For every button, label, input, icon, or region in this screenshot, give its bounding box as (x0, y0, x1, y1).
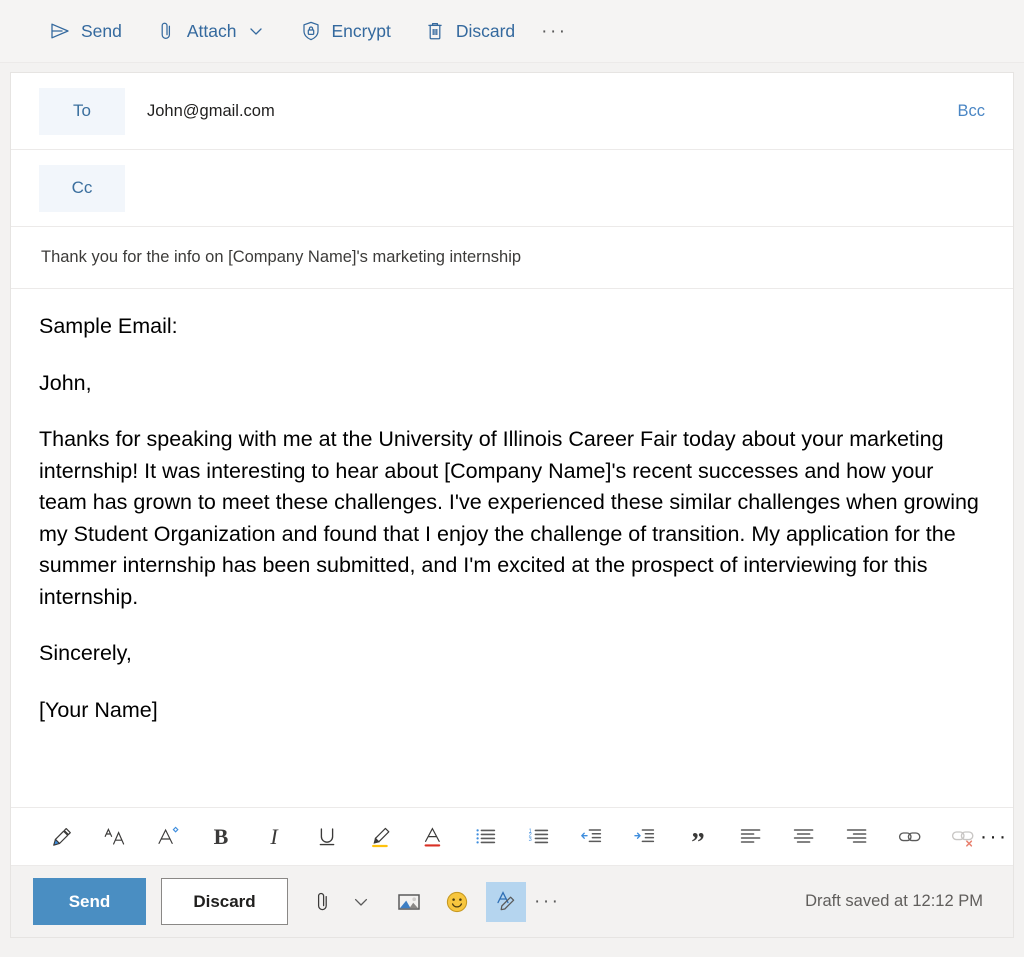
subject-row (11, 227, 1013, 289)
bulleted-list-icon[interactable] (469, 820, 503, 854)
decrease-indent-icon[interactable] (575, 820, 609, 854)
italic-icon[interactable]: I (257, 820, 291, 854)
paperclip-icon (154, 19, 178, 43)
shield-lock-icon (299, 19, 323, 43)
body-paragraph: Sample Email: (39, 314, 178, 338)
align-right-icon[interactable] (840, 820, 874, 854)
compose-command-bar: Send Attach Encrypt Discard ··· (0, 0, 1024, 63)
command-attach[interactable]: Attach (144, 11, 277, 51)
highlight-icon[interactable] (363, 820, 397, 854)
body-paragraph: John, (39, 370, 92, 395)
attach-file-icon[interactable] (304, 883, 342, 921)
emoji-icon[interactable] (438, 883, 476, 921)
body-paragraph: Sincerely, (39, 641, 132, 665)
to-row: To Bcc (11, 73, 1013, 150)
compose-card: To Bcc Cc Sample Email: John, Thanks for… (10, 72, 1014, 938)
command-overflow-button[interactable]: ··· (533, 22, 575, 41)
underline-icon[interactable] (310, 820, 344, 854)
message-body[interactable]: Sample Email: John, Thanks for speaking … (11, 289, 1013, 807)
command-encrypt-label: Encrypt (331, 20, 391, 41)
format-painter-icon[interactable] (45, 820, 79, 854)
format-toolbar: B I 1 2 3 ” ··· (11, 807, 1013, 865)
signature-icon[interactable] (486, 881, 526, 922)
to-input[interactable] (125, 91, 948, 131)
action-overflow-button[interactable]: ··· (526, 892, 568, 911)
to-chip-button[interactable]: To (39, 87, 125, 135)
link-icon[interactable] (893, 820, 927, 854)
svg-text:3: 3 (529, 836, 532, 842)
cc-input[interactable] (125, 168, 995, 208)
draft-status-text: Draft saved at 12:12 PM (805, 892, 983, 910)
cc-row: Cc (11, 150, 1013, 227)
trash-icon (423, 19, 447, 43)
command-discard[interactable]: Discard (413, 11, 525, 51)
format-overflow-button[interactable]: ··· (980, 826, 1012, 847)
increase-indent-icon[interactable] (628, 820, 662, 854)
send-button[interactable]: Send (33, 878, 146, 925)
subject-input[interactable] (39, 239, 985, 276)
unlink-icon[interactable] (946, 820, 980, 854)
command-attach-label: Attach (186, 20, 237, 41)
command-send-label: Send (81, 20, 122, 41)
cc-chip-button[interactable]: Cc (39, 164, 125, 212)
discard-button[interactable]: Discard (161, 878, 288, 925)
chevron-down-icon[interactable] (245, 20, 267, 42)
command-send[interactable]: Send (38, 11, 132, 51)
quote-icon[interactable]: ” (681, 820, 715, 856)
send-icon (48, 19, 72, 43)
command-encrypt[interactable]: Encrypt (289, 11, 401, 51)
command-discard-label: Discard (455, 20, 516, 41)
font-color-icon[interactable] (416, 820, 450, 854)
align-left-icon[interactable] (734, 820, 768, 854)
attach-chevron-down-icon[interactable] (342, 883, 380, 921)
body-paragraph: [Your Name] (39, 697, 158, 722)
font-grow-icon[interactable] (151, 820, 185, 854)
numbered-list-icon[interactable]: 123 (522, 820, 556, 854)
font-size-icon[interactable] (98, 820, 132, 854)
bold-icon[interactable]: B (204, 820, 238, 854)
bcc-link[interactable]: Bcc (947, 96, 995, 127)
compose-action-bar: Send Discard ··· Draft saved at 12:12 PM (11, 865, 1013, 937)
align-center-icon[interactable] (787, 820, 821, 854)
body-paragraph: Thanks for speaking with me at the Unive… (39, 427, 979, 609)
picture-icon[interactable] (390, 883, 428, 921)
